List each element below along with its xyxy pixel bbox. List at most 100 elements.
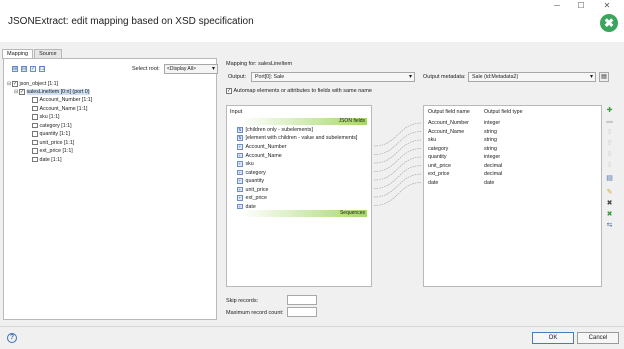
move-top-icon[interactable]: ⇧ xyxy=(605,128,614,137)
connector-line xyxy=(374,156,422,181)
node-checkbox[interactable] xyxy=(32,97,38,103)
json-field-icon: + xyxy=(237,195,243,201)
ok-button[interactable]: OK xyxy=(532,332,574,344)
connector-line xyxy=(374,182,422,206)
json-field-icon: + xyxy=(237,144,243,150)
clear-mapping-icon[interactable]: ✖ xyxy=(605,199,614,208)
clear-all-mappings-icon[interactable]: ✖ xyxy=(605,210,614,219)
max-record-count-input[interactable] xyxy=(287,307,317,317)
node-checkbox[interactable] xyxy=(32,148,38,154)
node-checkbox[interactable]: ✓ xyxy=(19,89,25,95)
mapping-for-label: Mapping for: salesLineItem xyxy=(226,61,293,67)
output-field-name[interactable]: quantity xyxy=(428,154,447,160)
input-item-label: [children only - subelements] xyxy=(245,127,313,133)
output-field-name[interactable]: Account_Number xyxy=(428,120,469,126)
output-field-type: decimal xyxy=(484,162,503,169)
edit-icon[interactable]: ✎ xyxy=(605,188,614,197)
uncheck-all-icon[interactable]: ☐ xyxy=(39,66,45,72)
mapping-area: Mapping for: salesLineItem Output: Port[… xyxy=(226,58,616,323)
tree-node-label: Account_Number [1:1] xyxy=(39,97,93,103)
add-field-icon[interactable]: ✚ xyxy=(605,106,614,115)
schema-tree-panel: ⊞ ⊟ ✓ ☐ Select root: <Display All> ⊟ ✓ j… xyxy=(3,58,218,320)
input-field[interactable]: + quantity xyxy=(237,177,264,185)
tree-node[interactable]: sku [1:1] xyxy=(32,113,60,121)
input-field[interactable]: + category xyxy=(237,169,266,177)
output-metadata-dropdown[interactable]: Sale (id:Metadata2) xyxy=(468,72,596,82)
tree-node[interactable]: Account_Number [1:1] xyxy=(32,96,92,104)
close-button[interactable]: ✕ xyxy=(596,0,618,12)
move-down-icon[interactable]: ⇩ xyxy=(605,150,614,159)
input-header: Input xyxy=(230,109,243,115)
output-field-name-header: Output field name xyxy=(428,109,470,115)
input-field-label: date xyxy=(245,203,256,210)
tree-node[interactable]: category [1:1] xyxy=(32,122,72,130)
output-field-name[interactable]: ext_price xyxy=(428,171,450,177)
node-checkbox[interactable]: ✓ xyxy=(12,81,18,87)
node-checkbox[interactable] xyxy=(32,139,38,146)
title-bar: JSONExtract: edit mapping based on XSD s… xyxy=(0,0,624,42)
move-up-icon[interactable]: ⇧ xyxy=(605,139,614,148)
output-port-dropdown[interactable]: Port[0]: Sale xyxy=(251,72,415,82)
output-field-name[interactable]: unit_price xyxy=(428,163,451,169)
output-field-type: integer xyxy=(484,120,501,126)
node-checkbox[interactable] xyxy=(32,156,38,163)
output-fields-panel: Output field name Output field type Acco… xyxy=(423,105,602,287)
tree-node[interactable]: ⊟ ✓ json_object [1:1] xyxy=(7,80,58,88)
output-field-name[interactable]: category xyxy=(428,146,448,152)
select-root-dropdown[interactable]: <Display All> xyxy=(164,64,218,74)
json-field-icon: + xyxy=(237,203,243,210)
input-field-label: quantity xyxy=(245,178,265,184)
remove-field-icon[interactable]: ▬ xyxy=(605,117,614,126)
children-only-icon: ⇅ xyxy=(237,127,243,133)
maximize-button[interactable]: ☐ xyxy=(570,0,592,12)
automap-option[interactable]: ✓ Automap elements or attributes to fiel… xyxy=(226,88,372,94)
automap-icon[interactable]: ⇆ xyxy=(605,221,614,230)
expand-all-icon[interactable]: ⊞ xyxy=(12,66,18,72)
automap-checkbox[interactable]: ✓ xyxy=(226,88,232,94)
connector-line xyxy=(374,139,422,164)
input-field-label: unit_price xyxy=(245,186,269,193)
node-checkbox[interactable] xyxy=(32,131,38,137)
output-field-type-header: Output field type xyxy=(484,109,523,115)
mapping-connectors xyxy=(374,122,422,206)
tree-node[interactable]: ⊟ ✓ salesLineItem [0:n] (port 0) xyxy=(14,88,90,96)
tree-node-label: json_object [1:1] xyxy=(19,81,59,87)
cancel-button[interactable]: Cancel xyxy=(577,332,619,344)
tree-node[interactable]: unit_price [1:1] xyxy=(32,139,74,147)
help-icon[interactable]: ? xyxy=(7,333,17,343)
output-field-type: integer xyxy=(484,154,501,160)
move-bottom-icon[interactable]: ⇩ xyxy=(605,161,614,170)
node-checkbox[interactable] xyxy=(32,122,38,129)
minimize-button[interactable]: ─ xyxy=(546,0,568,12)
json-field-icon: + xyxy=(237,161,243,167)
connector-line xyxy=(374,165,422,189)
input-panel: Input JSON fields ⇅ [children only - sub… xyxy=(226,105,372,287)
footer-divider xyxy=(0,326,624,327)
output-field-name[interactable]: sku xyxy=(428,137,436,143)
collapse-all-icon[interactable]: ⊟ xyxy=(21,66,27,72)
tree-node-label: sku [1:1] xyxy=(39,114,60,120)
edit-metadata-button[interactable]: ▤ xyxy=(599,72,609,82)
input-field[interactable]: + ext_price xyxy=(237,194,267,202)
node-checkbox[interactable] xyxy=(32,114,38,120)
input-field[interactable]: + sku xyxy=(237,160,254,168)
input-field[interactable]: + unit_price xyxy=(237,186,268,194)
json-field-icon: + xyxy=(237,178,243,184)
check-all-icon[interactable]: ✓ xyxy=(30,66,36,72)
table-view-icon[interactable]: ▤ xyxy=(605,174,614,183)
input-special-item[interactable]: ⇅ [element with children - value and sub… xyxy=(237,134,357,142)
tree-node[interactable]: Account_Name [1:1] xyxy=(32,105,88,113)
output-field-name[interactable]: date xyxy=(428,180,438,186)
node-checkbox[interactable] xyxy=(32,105,38,112)
input-field[interactable]: + Account_Name xyxy=(237,152,282,160)
tree-node-label: category [1:1] xyxy=(39,122,72,129)
tree-node[interactable]: ext_price [1:1] xyxy=(32,147,73,155)
connector-line xyxy=(374,173,422,198)
input-field[interactable]: + Account_Number xyxy=(237,143,286,151)
json-field-icon: + xyxy=(237,169,243,176)
tree-node[interactable]: quantity [1:1] xyxy=(32,130,70,138)
tree-node[interactable]: date [1:1] xyxy=(32,156,62,164)
input-special-item[interactable]: ⇅ [children only - subelements] xyxy=(237,126,313,134)
skip-records-input[interactable] xyxy=(287,295,317,305)
output-field-name[interactable]: Account_Name xyxy=(428,129,464,135)
